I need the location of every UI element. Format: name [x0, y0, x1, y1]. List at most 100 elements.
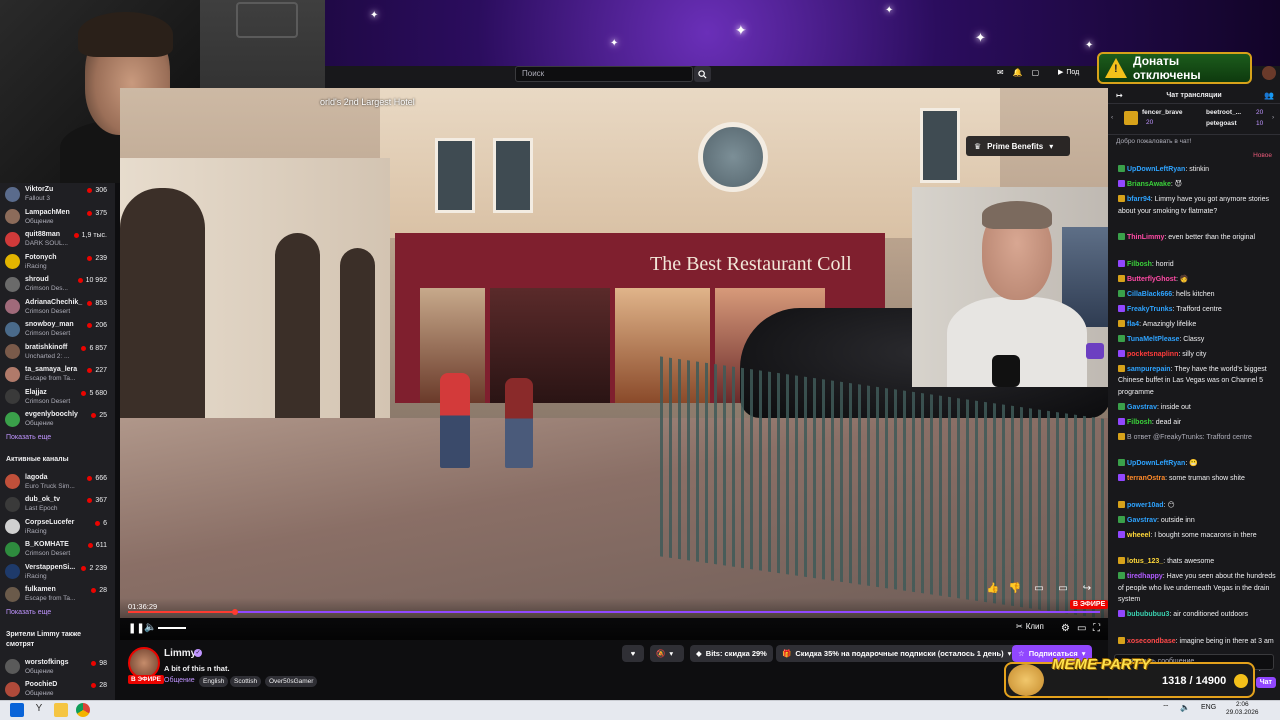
- yandex-icon[interactable]: Y: [32, 703, 46, 717]
- inbox-icon[interactable]: ✉: [997, 68, 1004, 77]
- fullscreen-icon[interactable]: ⛶: [1093, 624, 1100, 634]
- gear-icon[interactable]: ⚙: [1061, 624, 1070, 634]
- gifter-name[interactable]: beetroot_...: [1206, 109, 1241, 116]
- windows-start-icon[interactable]: [10, 703, 24, 717]
- channel-game: Fallout 3: [25, 195, 50, 203]
- sidebar-channel[interactable]: evgenlyboochly Общение 25: [0, 408, 115, 431]
- show-more-link[interactable]: Показать еще: [0, 606, 115, 622]
- chat-username[interactable]: Filbosh: [1127, 419, 1152, 426]
- progress-handle[interactable]: [232, 609, 238, 615]
- search-input[interactable]: Поиск: [515, 66, 693, 82]
- sidebar-channel[interactable]: dub_ok_tv Last Epoch 367: [0, 493, 115, 516]
- pause-icon[interactable]: ❚❚: [128, 624, 145, 634]
- search-button[interactable]: [694, 66, 711, 82]
- sidebar-channel[interactable]: ViktorZu Fallout 3 306: [0, 183, 115, 206]
- prime-nav[interactable]: ▶ Под: [1058, 68, 1079, 77]
- chat-username[interactable]: pocketsnaplinn: [1127, 351, 1178, 358]
- whispers-icon[interactable]: ▢: [1032, 68, 1040, 77]
- chat-username[interactable]: FreakyTrunks: [1127, 306, 1173, 313]
- clock[interactable]: 2:06 29.03.2026: [1226, 701, 1259, 717]
- chat-username[interactable]: Gavstrav: [1127, 404, 1157, 411]
- notifications-icon[interactable]: 🔔: [1013, 68, 1023, 77]
- chevron-right-icon[interactable]: ›: [1272, 114, 1274, 121]
- user-avatar[interactable]: [1262, 66, 1276, 80]
- chat-username[interactable]: tiredhappy: [1127, 573, 1163, 580]
- progress-bar[interactable]: [128, 611, 1100, 613]
- star-decoration: ✦: [885, 5, 894, 16]
- chat-username[interactable]: xosecondbase: [1127, 638, 1176, 645]
- users-icon[interactable]: 👥: [1264, 91, 1274, 100]
- sidebar-channel[interactable]: LampachMen Общение 375: [0, 206, 115, 229]
- window: [493, 138, 533, 213]
- viewer-count-text: 306: [95, 187, 107, 194]
- sidebar-channel[interactable]: AdrianaChechik_ Crimson Desert 853: [0, 296, 115, 319]
- comment-icon[interactable]: ▭: [1032, 583, 1046, 597]
- volume-icon[interactable]: 🔈: [144, 623, 156, 633]
- notifications-button[interactable]: 🔕 ▾: [650, 645, 684, 662]
- sidebar-channel[interactable]: worstofkings Общение 98: [0, 656, 115, 679]
- chevron-left-icon[interactable]: ‹: [1111, 114, 1113, 121]
- sidebar-channel[interactable]: CorpseLucefer iRacing 6: [0, 516, 115, 539]
- theatre-mode-icon[interactable]: ▭: [1077, 624, 1086, 634]
- follow-button[interactable]: ♥: [622, 645, 644, 662]
- video-player[interactable]: The Best Restaurant Coll orld's 2nd Larg…: [120, 88, 1108, 618]
- gifter-count: 20: [1256, 109, 1264, 116]
- streamer-name[interactable]: Limmy: [164, 648, 196, 659]
- volume-slider[interactable]: [158, 627, 186, 629]
- gifter-name[interactable]: petegoast: [1206, 120, 1237, 127]
- chat-username[interactable]: terranOstra: [1127, 475, 1165, 482]
- prime-benefits-button[interactable]: ♛ Prime Benefits ▾: [966, 136, 1070, 156]
- stream-category[interactable]: Общение: [164, 677, 195, 684]
- chat-username[interactable]: power10ad: [1127, 502, 1164, 509]
- sidebar-channel[interactable]: lagoda Euro Truck Sim... 666: [0, 471, 115, 494]
- clip-button[interactable]: ✂ Клип: [1016, 622, 1044, 631]
- chat-username[interactable]: sampurepain: [1127, 366, 1171, 373]
- tag-pill[interactable]: Scottish: [230, 676, 262, 687]
- sidebar-channel[interactable]: Elajjaz Crimson Desert 5 680: [0, 386, 115, 409]
- tag-pill[interactable]: English: [199, 676, 229, 687]
- share-icon[interactable]: ↪: [1080, 583, 1094, 597]
- sidebar-channel[interactable]: snowboy_man Crimson Desert 206: [0, 318, 115, 341]
- chat-username[interactable]: wheeel: [1127, 532, 1150, 539]
- sidebar-channel[interactable]: fulkamen Escape from Ta... 28: [0, 583, 115, 606]
- gifter-count: 10: [1256, 120, 1264, 127]
- sidebar-channel[interactable]: bratishkinoff Uncharted 2: ... 6 857: [0, 341, 115, 364]
- sidebar-channel[interactable]: quit88man DARK SOUL... 1,9 тыс.: [0, 228, 115, 251]
- chat-username[interactable]: lotus_123_: [1127, 558, 1163, 565]
- sidebar-channel[interactable]: shroud Crimson Des... 10 992: [0, 273, 115, 296]
- gifter-name[interactable]: fencer_brave: [1142, 109, 1182, 116]
- chat-username[interactable]: bfarr94: [1127, 196, 1151, 203]
- chat-username[interactable]: CillaBlack666: [1127, 291, 1172, 298]
- show-more-link[interactable]: Показать еще: [0, 431, 115, 447]
- chat-username[interactable]: Filbosh: [1127, 261, 1152, 268]
- language-indicator[interactable]: ENG: [1201, 704, 1216, 711]
- thumbs-up-icon[interactable]: 👍: [986, 583, 1000, 597]
- tag-pill[interactable]: Over50sGamer: [265, 676, 318, 687]
- wifi-icon[interactable]: ⌔: [1162, 703, 1170, 713]
- bits-discount-button[interactable]: ◆ Bits: скидка 29%: [690, 645, 773, 662]
- chat-username[interactable]: ButterflyGhost: [1127, 276, 1176, 283]
- chat-message: power10ad: 😶: [1118, 500, 1276, 512]
- thumbs-down-icon[interactable]: 👎: [1008, 583, 1022, 597]
- gift-subs-button[interactable]: 🎁 Скидка 35% на подарочные подписки (оста…: [776, 645, 1018, 662]
- sidebar-channel[interactable]: ta_samaya_lera Escape from Ta... 227: [0, 363, 115, 386]
- chat-username[interactable]: ThinLimmy: [1127, 234, 1164, 241]
- chat-username[interactable]: UpDownLeftRyan: [1127, 166, 1185, 173]
- chat-username[interactable]: fla4: [1127, 321, 1139, 328]
- file-explorer-icon[interactable]: [54, 703, 68, 717]
- sidebar-channel[interactable]: VerstappenSi... iRacing 2 239: [0, 561, 115, 584]
- sidebar-channel[interactable]: B_KOMHATE Crimson Desert 611: [0, 538, 115, 561]
- sidebar-channel[interactable]: Fotonych iRacing 239: [0, 251, 115, 274]
- star-decoration: ✦: [975, 30, 986, 45]
- chat-username[interactable]: UpDownLeftRyan: [1127, 460, 1185, 467]
- chat-username[interactable]: bubububuu3: [1127, 611, 1169, 618]
- chat-username[interactable]: Gavstrav: [1127, 517, 1157, 524]
- volume-icon[interactable]: 🔈: [1180, 703, 1190, 712]
- chrome-icon[interactable]: [76, 703, 90, 717]
- chat-send-button[interactable]: Чат: [1255, 677, 1276, 688]
- chat-username[interactable]: TunaMeltPlease: [1127, 336, 1179, 343]
- sidebar-channel[interactable]: PoochieD Общение 28: [0, 678, 115, 700]
- chat-username[interactable]: BriansAwake: [1127, 181, 1171, 188]
- collapse-chat-icon[interactable]: ↦: [1116, 91, 1123, 100]
- chat-icon[interactable]: ▭: [1056, 583, 1070, 597]
